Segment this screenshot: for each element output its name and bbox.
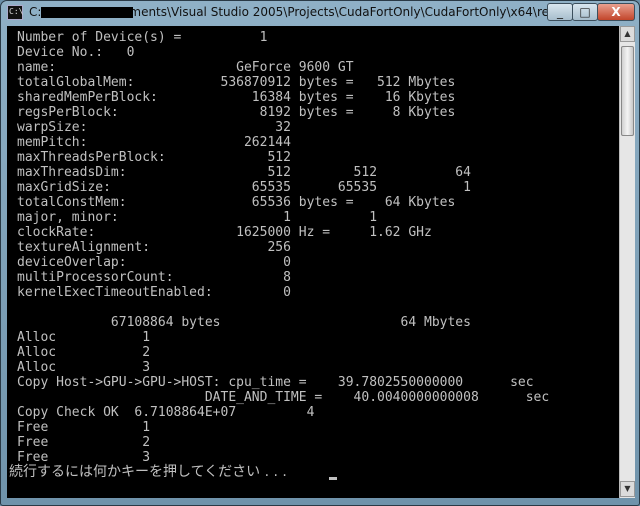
console-line: maxGridSize: 65535 65535 1 [17, 180, 471, 195]
scroll-up-arrow-icon[interactable]: ▲ [620, 26, 635, 42]
console-line: maxThreadsDim: 512 512 64 [17, 165, 471, 180]
console-line: Device No.: 0 [17, 45, 135, 60]
scrollbar-thumb[interactable] [621, 46, 634, 136]
console-line: Alloc 2 [17, 345, 151, 360]
console-line: Copy Check OK 6.7108864E+07 4 [17, 405, 315, 420]
console-line: maxThreadsPerBlock: 512 [17, 150, 291, 165]
minimize-button[interactable]: _ [547, 3, 573, 21]
console-line: name: GeForce 9600 GT [17, 60, 354, 75]
console-line: sharedMemPerBlock: 16384 bytes = 16 Kbyt… [17, 90, 456, 105]
console-line: Number of Device(s) = 1 [17, 30, 268, 45]
maximize-button[interactable]: □ [572, 3, 598, 21]
scroll-down-arrow-icon[interactable]: ▼ [620, 481, 635, 497]
console-line: Free 2 [17, 435, 151, 450]
close-button[interactable]: X [597, 3, 635, 21]
continue-prompt: 続行するには何かキーを押してください . . . [9, 464, 287, 480]
console-line: memPitch: 262144 [17, 135, 291, 150]
console-line: DATE_AND_TIME = 40.0040000000008 sec [17, 390, 550, 405]
vertical-scrollbar[interactable]: ▲ ▼ [619, 26, 635, 498]
text-cursor [329, 477, 337, 480]
console-line: Free 1 [17, 420, 151, 435]
console-line: 67108864 bytes 64 Mbytes [17, 315, 471, 330]
console-line: totalGlobalMem: 536870912 bytes = 512 Mb… [17, 75, 456, 90]
console-line: Copy Host->GPU->GPU->HOST: cpu_time = 39… [17, 375, 534, 390]
console-app-icon[interactable]: C:\ [7, 5, 23, 20]
console-line: kernelExecTimeoutEnabled: 0 [17, 285, 291, 300]
console-line: clockRate: 1625000 Hz = 1.62 GHz [17, 225, 432, 240]
console-window: C:\ C:\Users\...\Documents\Visual Studio… [0, 0, 640, 506]
console-line: deviceOverlap: 0 [17, 255, 291, 270]
console-line: Alloc 3 [17, 360, 151, 375]
console-line: Alloc 1 [17, 330, 151, 345]
console-line: regsPerBlock: 8192 bytes = 8 Kbytes [17, 105, 456, 120]
title-bar[interactable]: C:\ C:\Users\...\Documents\Visual Studio… [1, 1, 639, 25]
console-output[interactable]: Number of Device(s) = 1 Device No.: 0 name… [7, 26, 619, 498]
console-line: Free 3 [17, 450, 151, 465]
console-line: major, minor: 1 1 [17, 210, 378, 225]
console-line: warpSize: 32 [17, 120, 291, 135]
console-line: totalConstMem: 65536 bytes = 64 Kbytes [17, 195, 456, 210]
console-line: multiProcessorCount: 8 [17, 270, 291, 285]
console-line: textureAlignment: 256 [17, 240, 291, 255]
redacted-path-segment [41, 7, 133, 18]
